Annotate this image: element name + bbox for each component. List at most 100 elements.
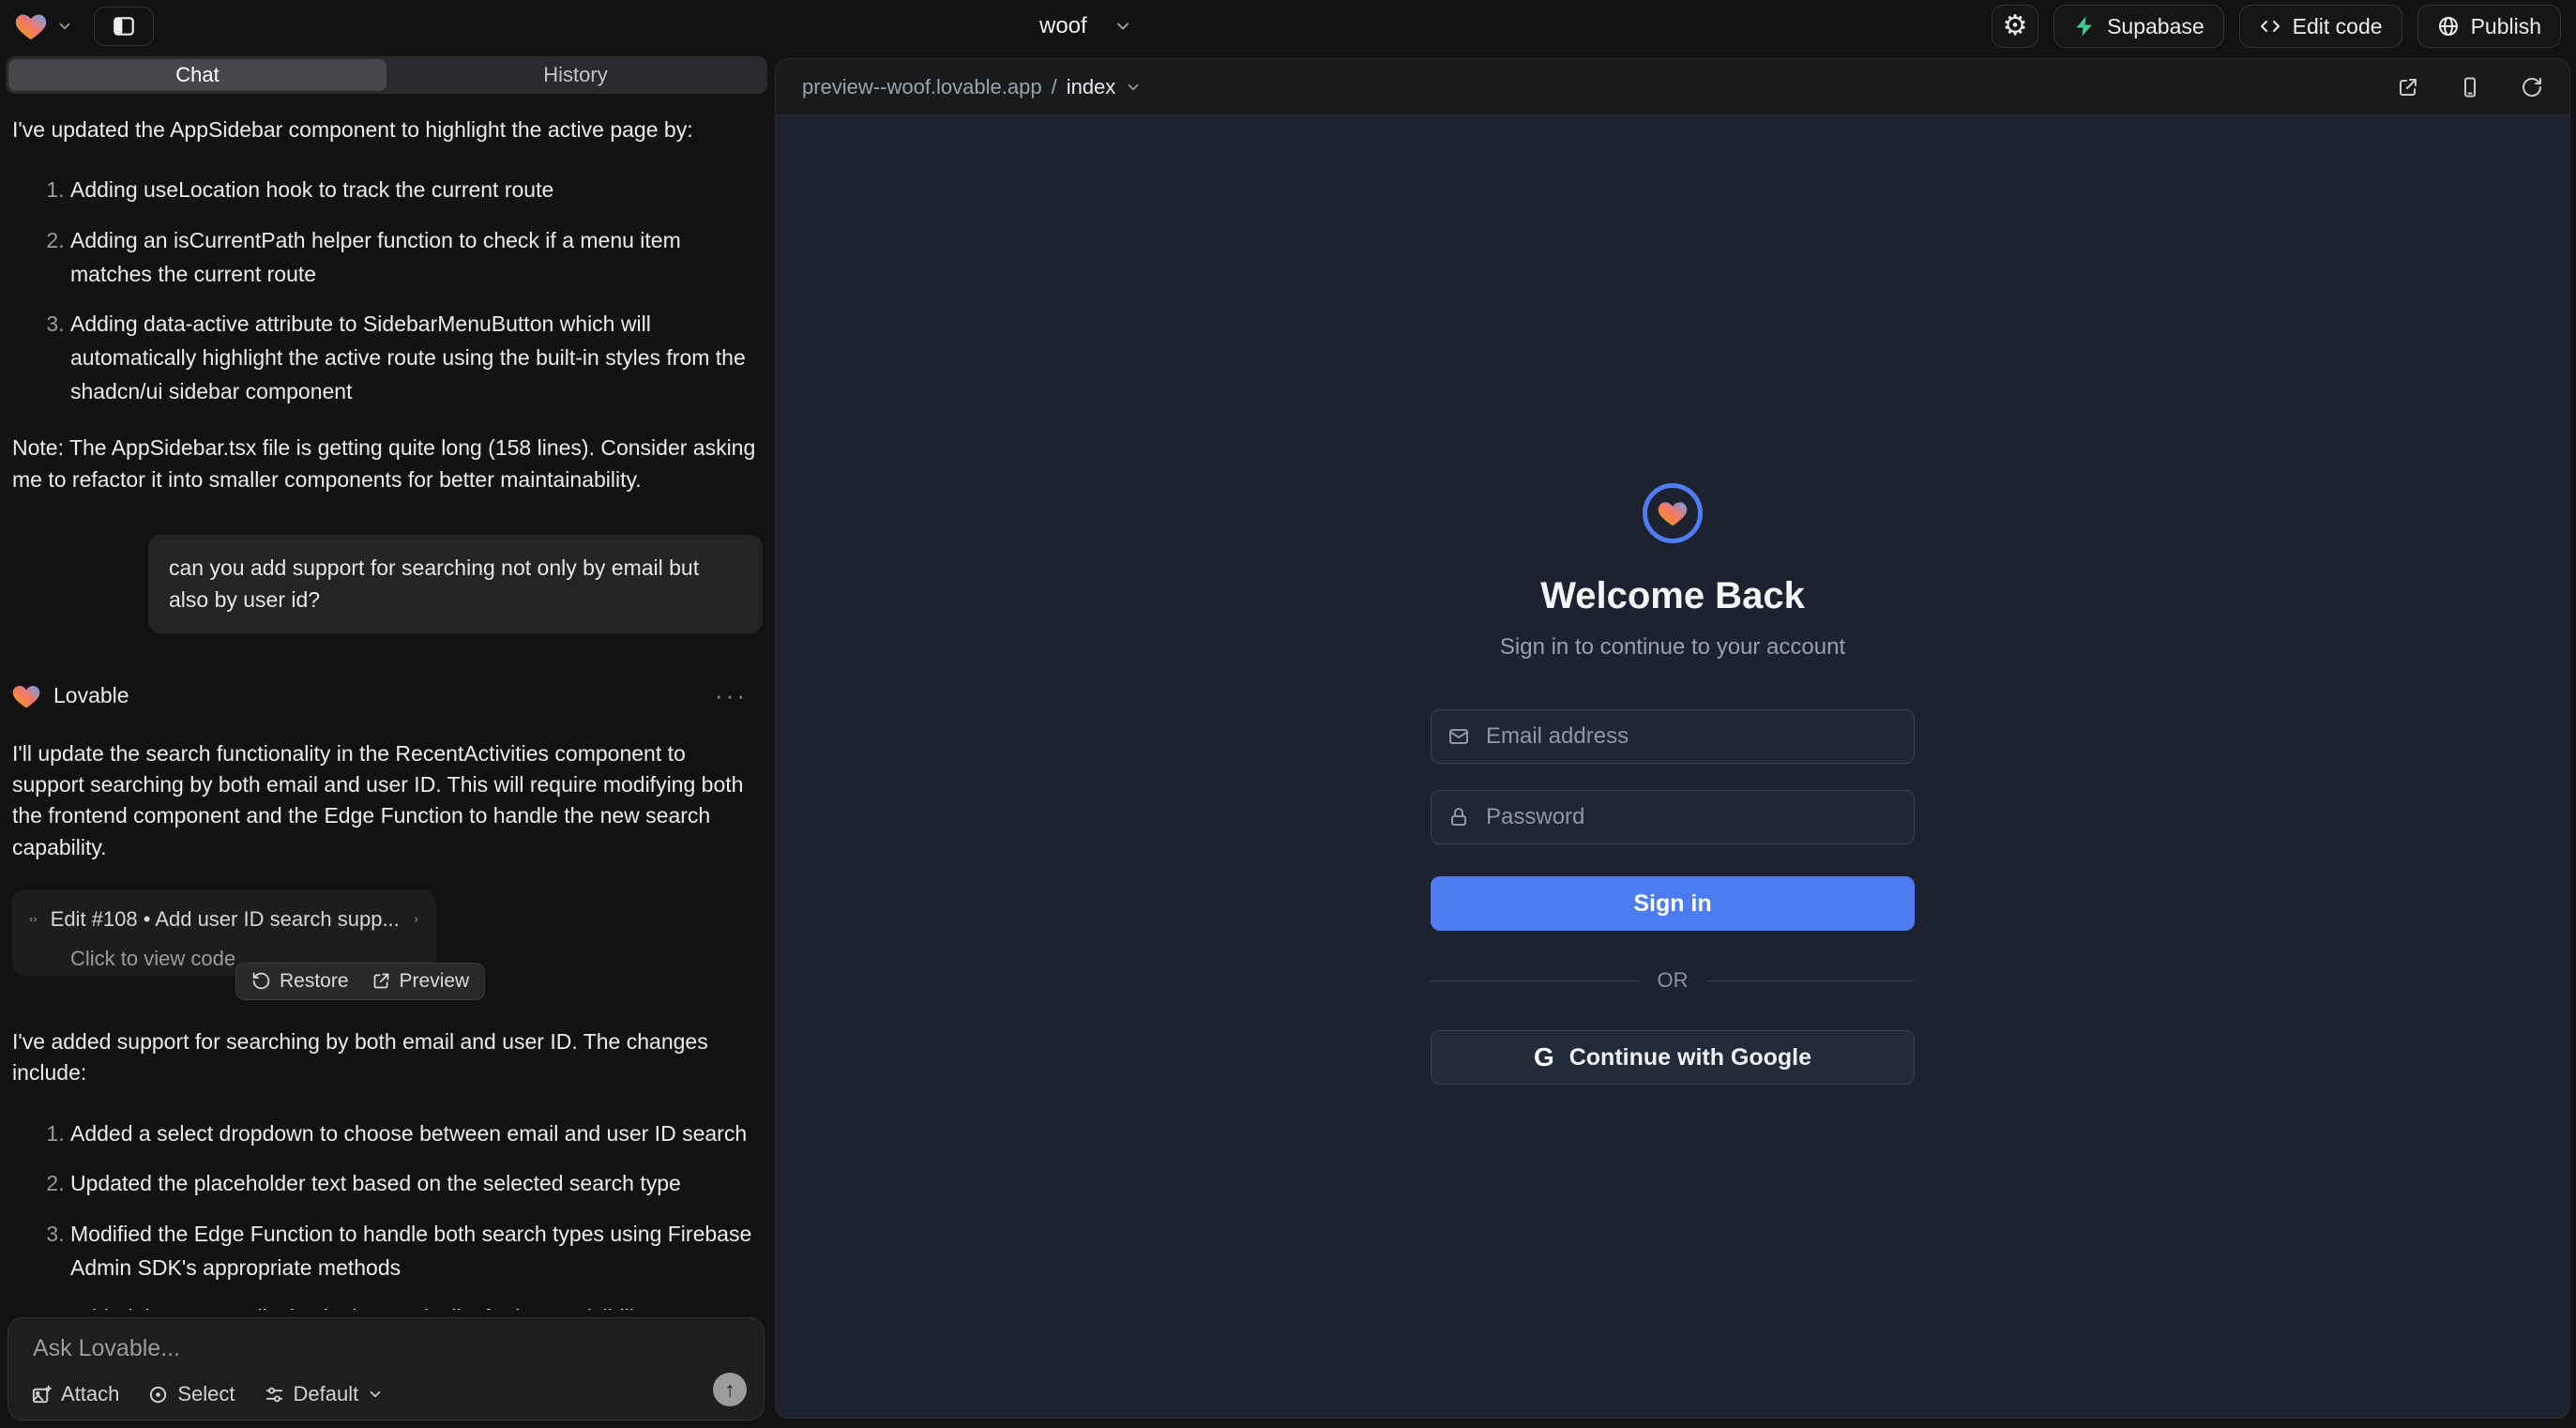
preview-panel: preview--woof.lovable.app / index [775,58,2570,1419]
more-options-button[interactable]: ··· [715,678,748,714]
sliders-icon [264,1384,285,1405]
edit-card-title: Edit #108 • Add user ID search supp... [51,904,400,934]
code-icon [29,908,38,931]
select-button[interactable]: Select [147,1382,235,1406]
mode-selector[interactable]: Default [264,1382,385,1406]
chevron-down-icon [56,18,73,35]
open-in-new-tab-button[interactable] [2397,76,2419,99]
assistant-list: Adding useLocation hook to track the cur… [12,174,763,408]
phone-icon [2459,76,2481,99]
external-link-icon [371,971,391,991]
code-icon [2259,15,2281,38]
chat-input[interactable] [33,1335,689,1362]
edit-code-button[interactable]: Edit code [2239,5,2402,48]
select-label: Select [177,1382,235,1406]
preview-header: preview--woof.lovable.app / index [776,59,2569,115]
publish-label: Publish [2471,14,2541,39]
list-item: Adding data-active attribute to SidebarM… [70,308,763,408]
chat-composer: Attach Select Default ↑ [8,1317,765,1420]
page-subtitle: Sign in to continue to your account [1500,634,1845,661]
restore-label: Restore [280,967,349,995]
preview-url-separator: / [1052,75,1057,99]
or-divider: OR [1431,968,1915,993]
mobile-view-button[interactable] [2459,76,2481,99]
email-field[interactable] [1431,709,1915,764]
attach-label: Attach [61,1382,119,1406]
assistant-paragraph: I'll update the search functionality in … [12,738,763,863]
assistant-name: Lovable [53,680,129,711]
mail-icon [1447,725,1470,748]
project-name: woof [1039,13,1087,39]
tab-history[interactable]: History [386,59,765,91]
google-label: Continue with Google [1569,1044,1811,1071]
sign-in-button[interactable]: Sign in [1431,876,1915,931]
heart-icon [1658,499,1688,527]
divider-line [1431,980,1639,981]
restore-icon [251,971,271,991]
edit-code-label: Edit code [2293,14,2383,39]
chevron-down-icon [1114,17,1132,36]
gear-icon: ⚙ [2003,12,2028,40]
preview-url-text: preview--woof.lovable.app [802,75,1042,99]
chevron-down-icon [367,1386,384,1403]
publish-button[interactable]: Publish [2417,5,2561,48]
list-item: Modified the Edge Function to handle bot… [70,1218,763,1284]
chevron-down-icon [1125,79,1142,96]
tab-chat[interactable]: Chat [8,59,386,91]
external-link-icon [2397,76,2419,99]
preview-url-bar[interactable]: preview--woof.lovable.app / index [802,75,1142,99]
project-switcher[interactable]: woof [1039,0,1132,53]
restore-button[interactable]: Restore [251,967,349,995]
supabase-bolt-icon [2073,15,2096,38]
list-item: Adding useLocation hook to track the cur… [70,174,763,207]
or-label: OR [1658,968,1689,993]
preview-controls [2397,76,2543,99]
password-field[interactable] [1431,790,1915,844]
list-item: Added the user ID display in the results… [70,1301,763,1310]
refresh-icon [2521,76,2543,99]
lovable-brand[interactable] [15,11,73,41]
assistant-message-header: Lovable ··· [12,678,763,714]
google-icon: G [1534,1042,1554,1072]
panel-left-icon [112,14,136,38]
preview-label: Preview [400,967,470,995]
settings-button[interactable]: ⚙ [1992,5,2038,48]
select-target-icon [147,1384,169,1405]
chat-history-tabs: Chat History [6,56,767,94]
lock-icon [1447,806,1470,828]
supabase-label: Supabase [2107,14,2205,39]
topbar-actions: ⚙ Supabase Edit code Publish [1992,5,2561,48]
lovable-heart-icon [15,11,47,41]
edit-card-actions: Restore Preview [235,963,485,1000]
divider-line [1707,980,1916,981]
list-item: Updated the placeholder text based on th… [70,1167,763,1201]
arrow-up-icon: ↑ [724,1377,735,1403]
list-item: Added a select dropdown to choose betwee… [70,1117,763,1151]
preview-route: index [1067,75,1116,99]
attach-button[interactable]: Attach [31,1382,119,1406]
attach-image-icon [31,1384,53,1405]
chevron-right-icon [413,910,419,929]
edit-card-wrapper: Edit #108 • Add user ID search supp... C… [12,889,448,1002]
supabase-button[interactable]: Supabase [2053,5,2224,48]
chat-panel: I've updated the AppSidebar component to… [0,94,772,1310]
user-message-bubble: can you add support for searching not on… [148,535,763,633]
assistant-list: Added a select dropdown to choose betwee… [12,1117,763,1310]
assistant-paragraph: I've added support for searching by both… [12,1026,763,1089]
lovable-avatar-icon [12,683,40,709]
preview-button[interactable]: Preview [371,967,470,995]
email-field-wrapper [1431,709,1915,764]
login-card: Welcome Back Sign in to continue to your… [1431,483,1915,1085]
list-item: Adding an isCurrentPath helper function … [70,224,763,291]
page-title: Welcome Back [1540,575,1805,617]
sidebar-toggle-button[interactable] [94,7,154,46]
mode-label: Default [294,1382,359,1406]
send-button[interactable]: ↑ [713,1373,747,1406]
app-logo [1643,483,1703,543]
google-sign-in-button[interactable]: G Continue with Google [1431,1030,1915,1085]
assistant-paragraph: I've updated the AppSidebar component to… [12,114,763,145]
refresh-button[interactable] [2521,76,2543,99]
assistant-note: Note: The AppSidebar.tsx file is getting… [12,433,763,495]
composer-toolbar: Attach Select Default [31,1382,384,1406]
globe-icon [2437,15,2460,38]
